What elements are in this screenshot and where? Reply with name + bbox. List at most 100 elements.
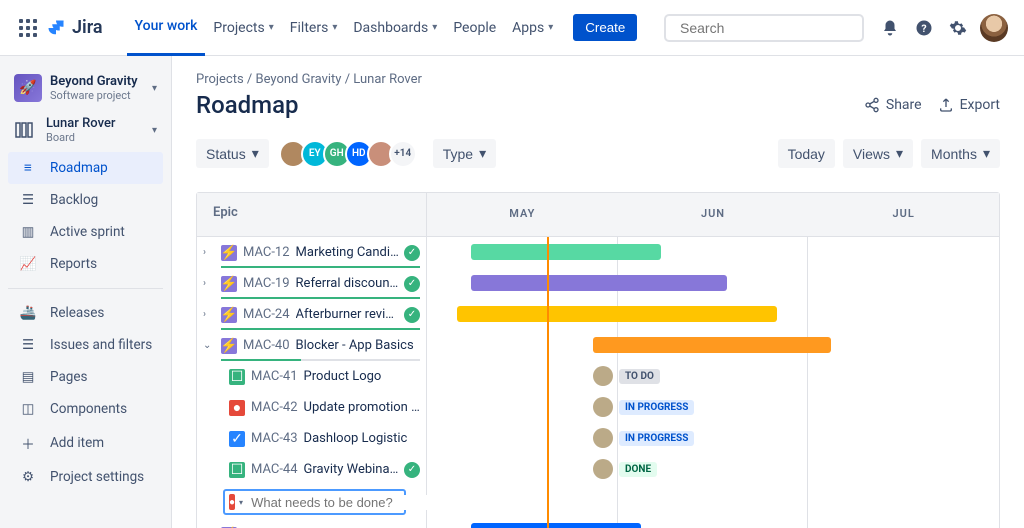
sidebar: 🚀 Beyond Gravity Software project ▾ Luna… (0, 56, 172, 528)
sidebar-item-releases[interactable]: 🚢Releases (8, 297, 163, 329)
issues-icon: ☰ (18, 337, 38, 353)
sprint-icon: ▥ (18, 224, 38, 240)
nav-filters[interactable]: Filters▾ (282, 0, 346, 56)
settings-icon[interactable] (942, 12, 974, 44)
chevron-down-icon[interactable]: ⌄ (203, 340, 217, 351)
gantt-bar[interactable] (471, 523, 641, 528)
issue-key[interactable]: MAC-40 (243, 338, 290, 353)
epic-row[interactable]: ›⚡MAC-12Marketing Candidate✓ (197, 237, 426, 268)
gantt-bar[interactable] (457, 306, 777, 322)
notifications-icon[interactable] (874, 12, 906, 44)
search-input[interactable] (680, 20, 861, 36)
assignee-avatar[interactable] (593, 459, 613, 479)
help-icon[interactable]: ? (908, 12, 940, 44)
sidebar-item-roadmap[interactable]: ≡Roadmap (8, 152, 163, 184)
issue-key[interactable]: MAC-12 (243, 245, 290, 260)
sidebar-item-backlog[interactable]: ☰Backlog (8, 184, 163, 216)
status-badge[interactable]: IN PROGRESS (619, 400, 694, 415)
issue-key[interactable]: MAC-19 (243, 276, 290, 291)
chevron-right-icon[interactable]: › (203, 247, 217, 258)
done-icon: ✓ (404, 245, 420, 261)
epic-row[interactable]: ›⚡MAC-70Website side panel (197, 519, 426, 528)
breadcrumb-project[interactable]: Beyond Gravity (256, 72, 342, 87)
chevron-right-icon[interactable]: › (203, 278, 217, 289)
assignee-avatar[interactable] (593, 366, 613, 386)
epic-row[interactable]: ⌄⚡MAC-40Blocker - App Basics (197, 330, 426, 361)
nav-projects[interactable]: Projects▾ (205, 0, 281, 56)
project-subtitle: Software project (50, 89, 138, 102)
status-badge[interactable]: IN PROGRESS (619, 431, 694, 446)
chevron-down-icon: ▾ (548, 22, 553, 33)
create-button[interactable]: Create (573, 14, 637, 41)
today-button[interactable]: Today (778, 139, 835, 168)
status-badge[interactable]: DONE (619, 462, 657, 477)
status-filter[interactable]: Status▾ (196, 139, 269, 168)
board-header[interactable]: Lunar Rover Board ▾ (8, 108, 163, 152)
share-button[interactable]: Share (864, 97, 922, 113)
breadcrumb-board[interactable]: Lunar Rover (353, 72, 422, 87)
chevron-down-icon: ▾ (479, 145, 486, 162)
gantt-bar[interactable] (471, 275, 727, 291)
nav-people[interactable]: People (445, 0, 504, 56)
assignee-chip[interactable]: IN PROGRESS (593, 397, 694, 417)
avatar-overflow[interactable]: +14 (389, 140, 417, 168)
search-box[interactable] (664, 14, 864, 42)
status-badge[interactable]: TO DO (619, 369, 660, 384)
epic-row[interactable]: ›⚡MAC-19Referral discounts✓ (197, 268, 426, 299)
export-button[interactable]: Export (938, 97, 1000, 113)
issue-summary: Product Logo (304, 369, 420, 384)
issue-key[interactable]: MAC-42 (251, 400, 298, 415)
chevron-down-icon[interactable]: ▾ (239, 498, 243, 507)
gantt-bar[interactable] (593, 337, 831, 353)
issue-key[interactable]: MAC-24 (243, 307, 290, 322)
profile-avatar[interactable] (980, 14, 1008, 42)
sidebar-item-active-sprint[interactable]: ▥Active sprint (8, 216, 163, 248)
sidebar-item-add[interactable]: ＋Add item (8, 425, 163, 461)
assignee-chip[interactable]: TO DO (593, 366, 660, 386)
chevron-down-icon: ▾ (332, 22, 337, 33)
done-icon: ✓ (404, 307, 420, 323)
assignee-chip[interactable]: IN PROGRESS (593, 428, 694, 448)
nav-dashboards[interactable]: Dashboards▾ (345, 0, 445, 56)
timeline[interactable]: TO DO IN PROGRESS IN PROGRESS DONE (427, 237, 999, 528)
assignee-avatar[interactable] (593, 397, 613, 417)
epic-row[interactable]: ›⚡MAC-24Afterburner revision III✓ (197, 299, 426, 330)
epic-row[interactable]: ☐MAC-41Product Logo (197, 361, 426, 392)
epic-row[interactable]: ●MAC-42Update promotion groups (197, 392, 426, 423)
sidebar-item-reports[interactable]: 📈Reports (8, 248, 163, 280)
issue-type-icon[interactable]: ● (229, 494, 235, 510)
sidebar-item-components[interactable]: ◫Components (8, 393, 163, 425)
new-issue-field[interactable] (251, 495, 427, 510)
epic-row[interactable]: ☐MAC-44Gravity Webinar Blog✓ (197, 454, 426, 485)
new-issue-input[interactable]: ●▾ (223, 489, 406, 515)
sidebar-item-pages[interactable]: ▤Pages (8, 361, 163, 393)
app-switcher-icon[interactable] (16, 16, 40, 40)
nav-apps[interactable]: Apps▾ (504, 0, 561, 56)
sidebar-item-issues[interactable]: ☰Issues and filters (8, 329, 163, 361)
gantt-bar[interactable] (471, 244, 661, 260)
views-button[interactable]: Views▾ (843, 139, 913, 168)
assignee-chip[interactable]: DONE (593, 459, 657, 479)
issue-key[interactable]: MAC-44 (251, 462, 298, 477)
month-header: JUN (618, 193, 809, 236)
jira-logo[interactable]: Jira (46, 17, 103, 38)
issue-key[interactable]: MAC-41 (251, 369, 298, 384)
type-filter[interactable]: Type▾ (433, 139, 496, 168)
chevron-right-icon[interactable]: › (203, 309, 217, 320)
task-icon: ✓ (229, 431, 245, 447)
timescale-button[interactable]: Months▾ (921, 139, 1000, 168)
chevron-down-icon: ▾ (983, 145, 990, 162)
project-name: Beyond Gravity (50, 74, 138, 89)
assignee-avatar[interactable] (593, 428, 613, 448)
assignee-filter[interactable]: EY GH HD +14 (285, 140, 417, 168)
issue-summary: Marketing Candidate (296, 245, 400, 260)
sidebar-item-settings[interactable]: ⚙Project settings (8, 461, 163, 493)
breadcrumb-projects[interactable]: Projects (196, 72, 244, 87)
today-marker (547, 237, 549, 528)
nav-your-work[interactable]: Your work (127, 0, 206, 56)
project-header[interactable]: 🚀 Beyond Gravity Software project ▾ (8, 68, 163, 108)
timeline-row: IN PROGRESS (427, 423, 999, 454)
epic-row[interactable]: ✓MAC-43Dashloop Logistic (197, 423, 426, 454)
issue-key[interactable]: MAC-43 (251, 431, 298, 446)
timeline-row (427, 516, 999, 528)
